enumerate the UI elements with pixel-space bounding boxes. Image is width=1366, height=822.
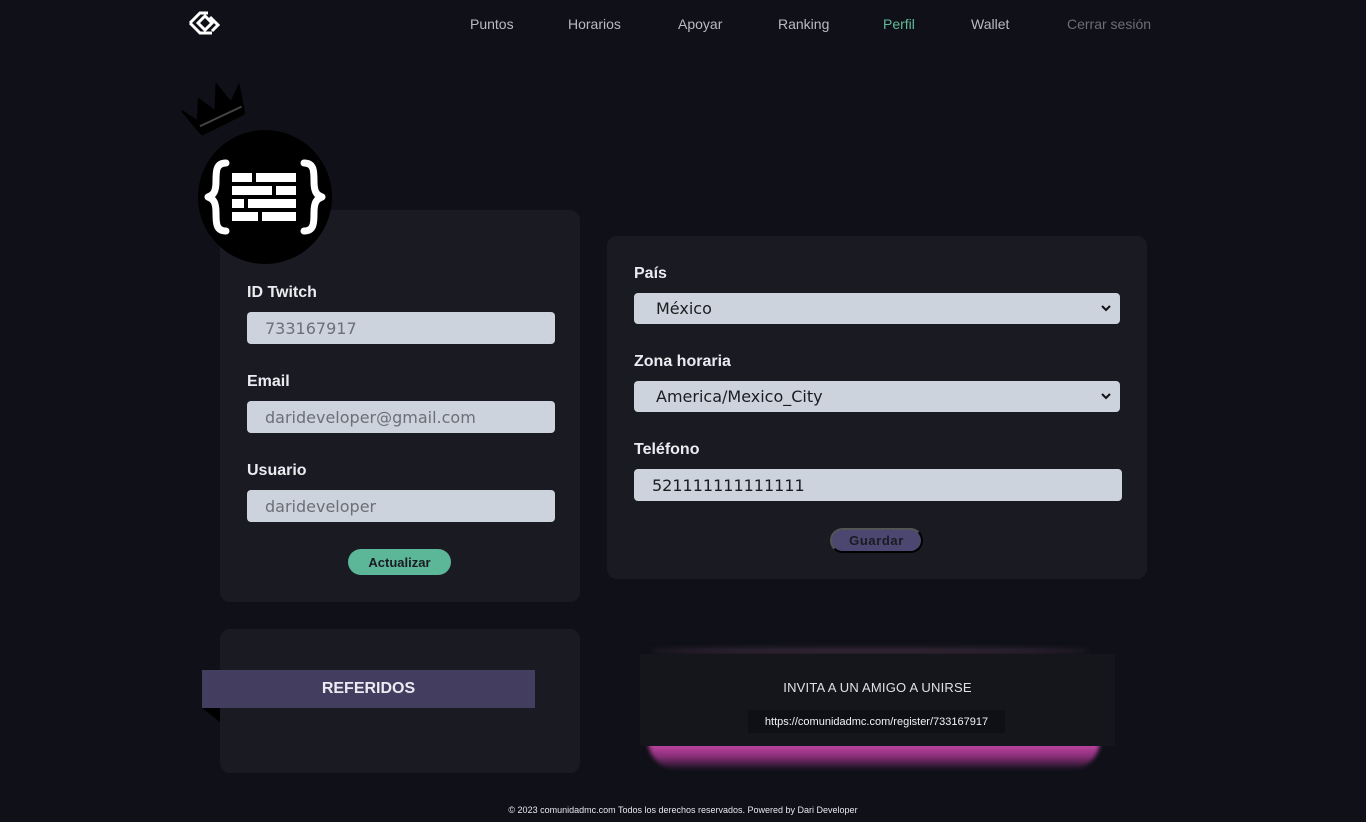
twitch-id-label: ID Twitch [247, 284, 317, 301]
code-bricks-icon [204, 159, 326, 235]
username-field[interactable]: darideveloper [247, 490, 555, 522]
ribbon-fold [202, 708, 220, 722]
profile-avatar [198, 130, 332, 264]
timezone-select[interactable]: America/Mexico_City [634, 381, 1120, 412]
phone-field[interactable]: 521111111111111 [634, 469, 1122, 501]
username-label: Usuario [247, 462, 307, 479]
chevron-down-icon [1101, 305, 1111, 312]
nav-item-ranking[interactable]: Ranking [778, 16, 829, 32]
nav-item-perfil[interactable]: Perfil [883, 16, 915, 32]
crown-icon [181, 82, 246, 136]
invite-link[interactable]: https://comunidadmc.com/register/7331679… [748, 710, 1005, 733]
country-select-value: México [656, 299, 712, 318]
invite-title: INVITA A UN AMIGO A UNIRSE [783, 680, 972, 695]
chevron-down-icon [1101, 393, 1111, 400]
main-navigation: Puntos Horarios Apoyar Ranking Perfil Wa… [0, 16, 1366, 36]
country-select[interactable]: México [634, 293, 1120, 324]
nav-item-apoyar[interactable]: Apoyar [678, 16, 722, 32]
email-label: Email [247, 373, 290, 390]
update-button[interactable]: Actualizar [348, 549, 451, 575]
nav-item-wallet[interactable]: Wallet [971, 16, 1009, 32]
timezone-label: Zona horaria [634, 353, 731, 370]
timezone-select-value: America/Mexico_City [656, 387, 823, 406]
save-button[interactable]: Guardar [830, 528, 923, 553]
email-field[interactable]: darideveloper@gmail.com [247, 401, 555, 433]
twitch-id-field[interactable]: 733167917 [247, 312, 555, 344]
phone-label: Teléfono [634, 441, 700, 458]
nav-item-horarios[interactable]: Horarios [568, 16, 621, 32]
country-label: País [634, 265, 667, 282]
referrals-title: REFERIDOS [202, 670, 535, 708]
footer-text: © 2023 comunidadmc.com Todos los derecho… [508, 805, 858, 815]
nav-item-logout[interactable]: Cerrar sesión [1067, 16, 1151, 32]
nav-item-puntos[interactable]: Puntos [470, 16, 514, 32]
